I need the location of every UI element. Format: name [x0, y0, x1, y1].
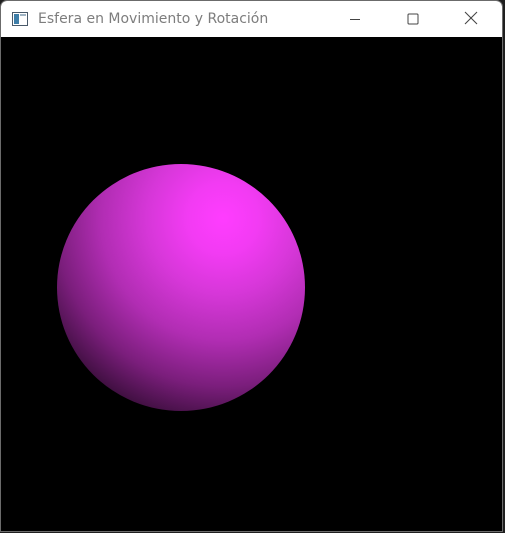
close-button[interactable]	[448, 1, 494, 37]
render-canvas[interactable]	[1, 37, 502, 531]
app-window-icon	[12, 11, 28, 26]
close-icon	[464, 10, 478, 29]
maximize-icon	[407, 10, 419, 29]
title-bar[interactable]: Esfera en Movimiento y Rotación	[1, 1, 502, 37]
window-title: Esfera en Movimiento y Rotación	[38, 11, 269, 27]
minimize-button[interactable]	[332, 1, 378, 37]
rotating-sphere	[57, 164, 305, 411]
app-window: Esfera en Movimiento y Rotación	[0, 0, 503, 532]
maximize-button[interactable]	[390, 1, 436, 37]
minimize-icon	[349, 10, 361, 29]
